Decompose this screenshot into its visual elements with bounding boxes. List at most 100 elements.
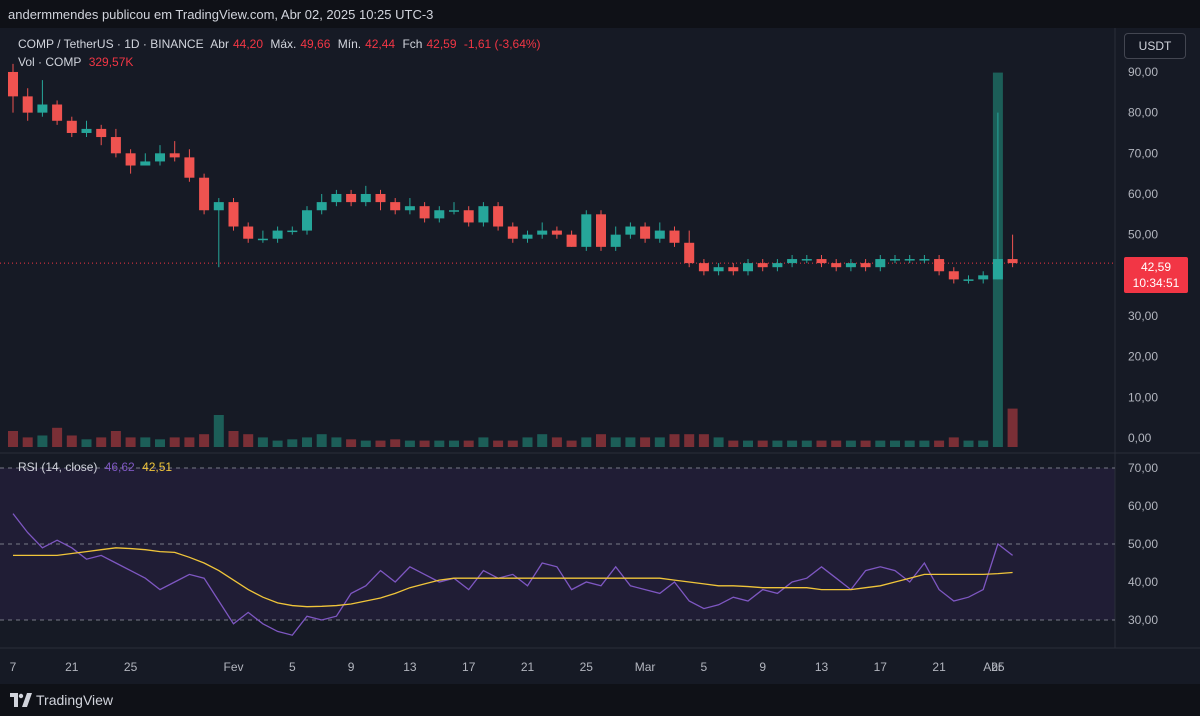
candle-body: [698, 263, 709, 272]
volume-bar: [551, 437, 562, 447]
volume-bar: [331, 437, 342, 447]
rsi-axis-tick: 70,00: [1128, 461, 1158, 475]
volume-bar: [390, 439, 401, 447]
candle-body: [625, 226, 636, 235]
chart-canvas[interactable]: 90,0080,0070,0060,0050,0040,0030,0020,00…: [0, 28, 1200, 684]
volume-bar: [757, 440, 768, 447]
price-axis-tick: 0,00: [1128, 431, 1152, 445]
candle-body: [331, 193, 342, 203]
price-axis-tick: 20,00: [1128, 350, 1158, 364]
candle-body: [728, 267, 739, 272]
candle-body: [463, 210, 474, 223]
rsi-axis-tick: 30,00: [1128, 613, 1158, 627]
candle-body: [948, 271, 959, 280]
volume-bar: [257, 437, 268, 447]
volume-legend: Vol · COMP 329,57K: [18, 55, 137, 69]
close-value: 42,59: [426, 37, 457, 51]
price-axis-tick: 10,00: [1128, 390, 1158, 404]
candle-body: [140, 161, 151, 166]
rsi-axis-tick: 60,00: [1128, 499, 1158, 513]
symbol-title[interactable]: COMP / TetherUS · 1D · BINANCE: [18, 37, 204, 51]
low-label: Mín.: [337, 37, 362, 51]
time-axis-tick: 5: [701, 660, 708, 674]
candle-body: [169, 153, 180, 158]
open-label: Abr: [210, 37, 229, 51]
symbol-legend: COMP / TetherUS · 1D · BINANCE Abr 44,20 …: [18, 37, 545, 51]
volume-bar: [845, 440, 856, 447]
volume-bar: [860, 440, 871, 447]
rsi-label[interactable]: RSI (14, close): [18, 460, 97, 474]
candle-body: [610, 234, 621, 247]
candle-body: [449, 210, 459, 212]
volume-bar: [140, 437, 151, 447]
candle-body: [125, 153, 136, 166]
volume-bar: [978, 440, 989, 447]
currency-button[interactable]: USDT: [1124, 33, 1186, 59]
time-axis-tick: 21: [65, 660, 79, 674]
volume-bar: [625, 437, 636, 447]
candle-body: [37, 104, 48, 113]
time-axis-tick: Fev: [223, 660, 243, 674]
brand-name: TradingView: [36, 692, 114, 708]
candle-body: [963, 279, 974, 281]
time-axis-tick: 17: [462, 660, 476, 674]
publisher-text: andermmendes publicou em TradingView.com…: [8, 7, 434, 22]
volume-bar: [566, 440, 577, 447]
volume-bar: [375, 440, 386, 447]
candle-body: [816, 259, 827, 264]
rsi-axis-tick: 50,00: [1128, 537, 1158, 551]
volume-bar: [640, 437, 651, 447]
volume-bar: [581, 437, 592, 447]
tradingview-logo[interactable]: TradingView: [10, 692, 113, 708]
volume-bar: [316, 434, 327, 447]
volume-label[interactable]: Vol · COMP: [18, 55, 81, 69]
volume-bar: [698, 434, 709, 447]
volume-bar: [419, 440, 430, 447]
candle-body: [654, 230, 665, 239]
candle-body: [1007, 259, 1018, 264]
volume-bar: [213, 415, 224, 447]
time-axis-tick: Mar: [635, 660, 656, 674]
volume-bar: [110, 431, 121, 447]
candle-body: [375, 193, 386, 203]
candle-body: [155, 153, 165, 162]
candle-body: [493, 206, 504, 227]
candle-body: [845, 263, 856, 268]
volume-bar: [537, 434, 548, 447]
price-axis-tick: 50,00: [1128, 228, 1158, 242]
volume-bar: [507, 440, 518, 447]
candle-body: [904, 259, 915, 261]
time-axis-tick: 25: [580, 660, 594, 674]
candle-body: [757, 263, 768, 268]
candle-body: [434, 210, 445, 219]
price-axis-tick: 30,00: [1128, 309, 1158, 323]
candle-body: [257, 238, 268, 241]
candle-body: [199, 177, 210, 211]
time-axis-tick: 7: [10, 660, 17, 674]
candle-body: [213, 202, 224, 211]
volume-bar: [743, 440, 753, 447]
bar-countdown: 10:34:51: [1132, 276, 1180, 290]
last-price: 42,59: [1140, 260, 1172, 274]
candle-body: [390, 202, 401, 211]
volume-bar: [434, 440, 445, 447]
chart-area[interactable]: 90,0080,0070,0060,0050,0040,0030,0020,00…: [0, 28, 1200, 684]
volume-bar: [787, 440, 798, 447]
rsi-axis-tick: 40,00: [1128, 575, 1158, 589]
rsi-legend: RSI (14, close) 46,62 42,51: [18, 460, 172, 474]
volume-bar: [199, 434, 210, 447]
candle-body: [110, 137, 121, 154]
volume-bar: [816, 440, 827, 447]
time-axis-tick: 13: [815, 660, 829, 674]
volume-value: 329,57K: [88, 55, 134, 69]
candle-body: [978, 275, 989, 280]
candle-body: [669, 230, 680, 243]
candle-body: [81, 128, 92, 133]
volume-bar: [8, 431, 18, 447]
volume-bar: [493, 440, 504, 447]
volume-bar: [669, 434, 680, 447]
open-value: 44,20: [232, 37, 263, 51]
candle-body: [992, 259, 1003, 280]
candle-body: [302, 210, 312, 231]
volume-bar: [904, 440, 915, 447]
